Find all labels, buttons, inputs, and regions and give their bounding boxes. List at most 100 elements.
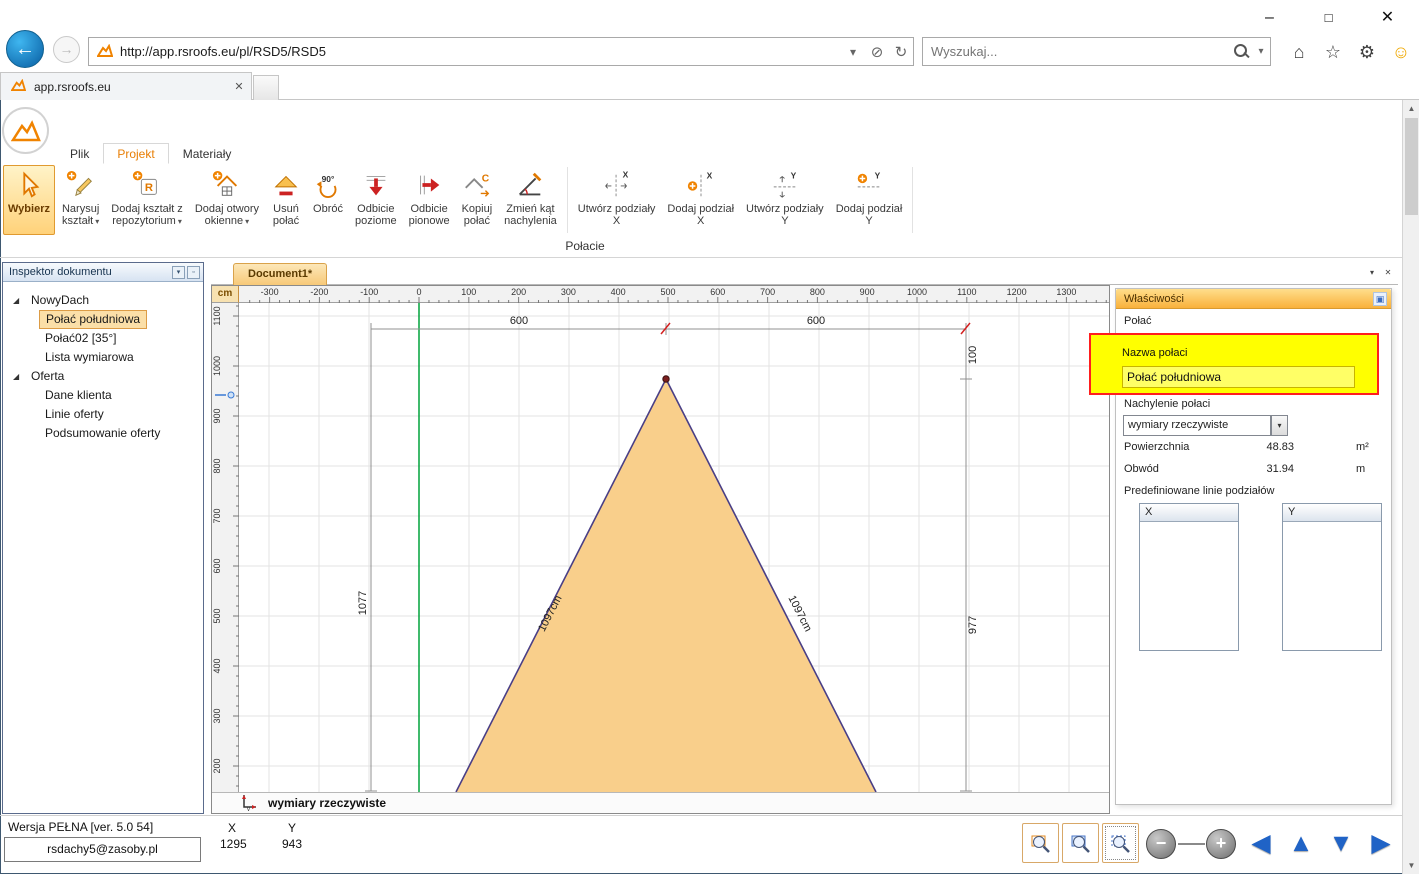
slope-name-input[interactable] [1122,366,1355,388]
pan-left-icon[interactable]: ◀ [1245,828,1277,860]
tab-title: app.rsroofs.eu [34,80,227,94]
svg-text:90°: 90° [322,174,335,184]
window-scrollbar[interactable]: ▲ ▼ [1402,100,1419,874]
search-dropdown-icon[interactable]: ▾ [1252,46,1270,57]
unit-mode-caret-icon[interactable]: ▾ [1271,415,1288,436]
svg-text:0: 0 [416,287,421,297]
tree-item-linie-oferty[interactable]: Linie oferty [3,405,203,424]
ribbon-tab-plik[interactable]: Plik [56,143,103,164]
search-icon[interactable] [1230,42,1252,62]
svg-text:400: 400 [212,658,222,673]
tree-item-nowydach[interactable]: ◢NowyDach [3,291,203,310]
inspector-title: Inspektor dokumentu [9,266,170,278]
ridge-point[interactable] [663,376,669,382]
ribbon-tab-projekt[interactable]: Projekt [103,143,168,164]
pan-right-icon[interactable]: ▶ [1365,828,1397,860]
pan-up-icon[interactable]: ▲ [1285,828,1317,860]
refresh-icon[interactable]: ↻ [889,43,913,61]
properties-header: Właściwości ▣ [1116,289,1391,309]
tree-expander-icon[interactable]: ◢ [13,291,19,310]
ribbon-group-label: Połacie [211,239,959,253]
tree-item-polac-poludniowa[interactable]: Połać południowa [3,310,203,329]
add-windows-button[interactable]: Dodaj otworyokienne▾ [190,165,264,235]
select-tool-button[interactable]: Wybierz [3,165,55,235]
feedback-smiley-icon[interactable]: ☺ [1385,38,1417,66]
svg-text:1100: 1100 [212,306,222,325]
pan-down-icon[interactable]: ▼ [1325,828,1357,860]
settings-gear-icon[interactable]: ⚙ [1351,38,1383,66]
drawing-surface[interactable]: 600 600 1077 100 977 1097cm 1097cm [239,303,1109,792]
mirror-horizontal-button[interactable]: Odbiciepoziome [350,165,402,235]
scroll-down-icon[interactable]: ▼ [1403,857,1419,874]
dimension-mode-label: wymiary rzeczywiste [268,796,386,810]
forward-button[interactable]: → [53,36,80,63]
site-favicon-icon [97,44,113,60]
new-tab-button[interactable] [253,75,279,100]
panel-window-icon[interactable]: ▣ [1373,292,1387,306]
svg-text:800: 800 [212,458,222,473]
copy-slope-button[interactable]: C Kopiujpołać [457,165,498,235]
tree-item-lista-wymiarowa[interactable]: Lista wymiarowa [3,348,203,367]
back-button[interactable]: ← [6,30,44,68]
tree-item-polac02[interactable]: Połać02 [35°] [3,329,203,348]
tab-close-icon[interactable]: ✕ [227,80,251,93]
scrollbar-thumb[interactable] [1405,118,1418,215]
scroll-up-icon[interactable]: ▲ [1403,100,1419,117]
divisions-y-icon: Y [746,167,824,203]
zoom-extents-button[interactable] [1022,823,1059,863]
create-divisions-y-button[interactable]: Y Utwórz podziałyY [741,165,829,235]
perimeter-label: Obwód [1124,463,1159,475]
zoom-out-button[interactable]: − [1146,829,1176,859]
divisions-x-listbox[interactable]: X [1139,503,1239,651]
tree-item-podsumowanie-oferty[interactable]: Podsumowanie oferty [3,424,203,443]
zoom-in-button[interactable]: + [1206,829,1236,859]
zoom-selection-button[interactable] [1062,823,1099,863]
panel-pin-icon[interactable]: ▫ [187,266,200,279]
delete-slope-button[interactable]: Usuńpołać [266,165,306,235]
slope-angle-label: Nachylenie połaci [1124,398,1210,410]
svg-text:700: 700 [212,508,222,523]
tree-item-oferta[interactable]: ◢Oferta [3,367,203,386]
home-icon[interactable]: ⌂ [1283,38,1315,66]
change-slope-angle-button[interactable]: Zmień kątnachylenia [499,165,562,235]
svg-text:400: 400 [611,287,626,297]
zoom-window-button[interactable] [1102,823,1139,863]
document-inspector-panel: Inspektor dokumentu ▾ ▫ ◢NowyDach Połać … [2,262,204,814]
mirror-vertical-button[interactable]: Odbiciepionowe [404,165,455,235]
browser-tabrow: app.rsroofs.eu ✕ [0,72,1419,100]
window-minimize-button[interactable]: – [1247,0,1292,35]
window-close-button[interactable]: ✕ [1365,0,1410,35]
add-division-y-button[interactable]: Y Dodaj podziałY [831,165,908,235]
cursor-x-value: 1295 [220,837,247,851]
address-bar[interactable]: http://app.rsroofs.eu/pl/RSD5/RSD5 ▾ ⊘ ↻ [88,37,914,66]
window-maximize-button[interactable]: □ [1306,0,1351,35]
tree-expander-icon[interactable]: ◢ [13,367,19,386]
rotate-button[interactable]: 90° Obróć [308,165,348,235]
document-close-icon[interactable]: ✕ [1381,266,1395,280]
svg-text:300: 300 [212,708,222,723]
address-dropdown-icon[interactable]: ▾ [841,45,865,59]
perimeter-row: Obwód 31.94 m [1124,463,1386,479]
svg-text:-100: -100 [360,287,378,297]
favorites-icon[interactable]: ☆ [1317,38,1349,66]
drawing-canvas: cm -300-200-1000100200300400500600700800… [211,285,1110,814]
document-list-caret-icon[interactable]: ▾ [1365,266,1379,280]
divisions-y-header[interactable]: Y [1283,504,1381,522]
create-divisions-x-button[interactable]: X Utwórz podziałyX [573,165,661,235]
search-input[interactable] [923,44,1230,59]
divisions-x-header[interactable]: X [1140,504,1238,522]
url-text[interactable]: http://app.rsroofs.eu/pl/RSD5/RSD5 [120,44,841,59]
search-box[interactable]: ▾ [922,37,1271,66]
tree-item-dane-klienta[interactable]: Dane klienta [3,386,203,405]
unit-mode-select[interactable]: wymiary rzeczywiste [1123,415,1271,436]
draw-shape-button[interactable]: Narysujkształt▾ [57,165,104,235]
document-tab[interactable]: Document1* [233,263,327,285]
ribbon-tab-materialy[interactable]: Materiały [169,143,246,164]
add-division-x-button[interactable]: X Dodaj podziałX [662,165,739,235]
browser-tab[interactable]: app.rsroofs.eu ✕ [0,72,252,100]
add-shape-repository-button[interactable]: R Dodaj kształt zrepozytorium▾ [106,165,188,235]
panel-menu-icon[interactable]: ▾ [172,266,185,279]
divisions-y-listbox[interactable]: Y [1282,503,1382,651]
stop-icon[interactable]: ⊘ [865,43,889,61]
selected-tree-label[interactable]: Połać południowa [39,310,147,329]
